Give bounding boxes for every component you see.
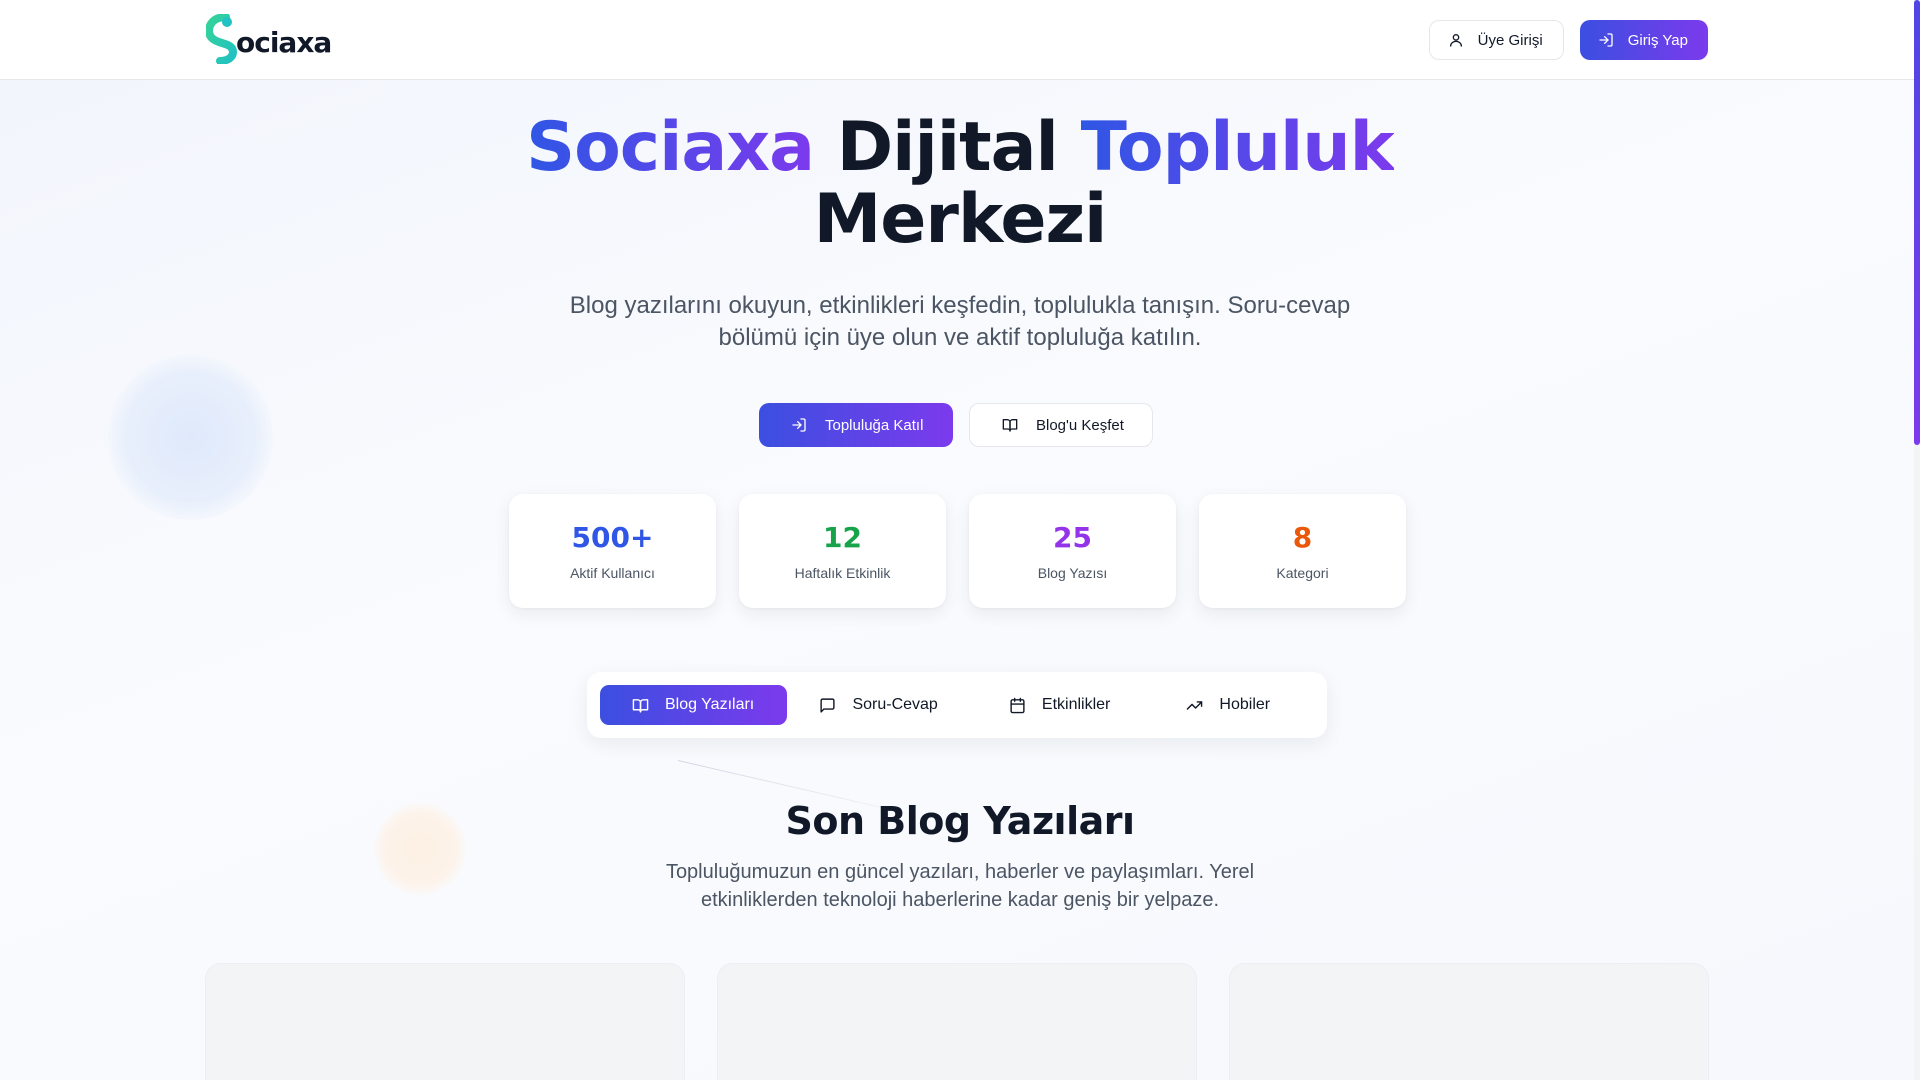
- stat-value: 500+: [571, 521, 654, 554]
- tab-label: Etkinlikler: [1041, 696, 1111, 713]
- trending-up-icon: [1187, 700, 1203, 710]
- hero-title-word: Dijital: [836, 108, 1059, 187]
- member-login-button[interactable]: Üye Girişi: [1428, 20, 1564, 60]
- login-button[interactable]: Giriş Yap: [1579, 20, 1708, 60]
- page-scrollbar[interactable]: [1914, 0, 1920, 1080]
- stats-row: 500+ Aktif Kullanıcı 12 Haftalık Etkinli…: [509, 494, 1406, 608]
- stat-card: 25 Blog Yazısı: [969, 494, 1176, 608]
- explore-blog-button[interactable]: Blog'u Keşfet: [969, 403, 1153, 447]
- blog-card-placeholder[interactable]: [205, 963, 685, 1080]
- log-in-icon: [792, 418, 806, 432]
- hero-title-brand: Sociaxa: [526, 108, 815, 187]
- stat-card: 500+ Aktif Kullanıcı: [509, 494, 716, 608]
- logo[interactable]: ociaxa: [204, 13, 332, 65]
- calendar-icon: [1010, 697, 1025, 713]
- explore-blog-label: Blog'u Keşfet: [1036, 416, 1124, 434]
- section-title: Son Blog Yazıları: [785, 799, 1135, 843]
- message-square-icon: [820, 697, 836, 713]
- scrollbar-thumb[interactable]: [1914, 0, 1920, 445]
- tab-label: Hobiler: [1219, 696, 1271, 713]
- section-subtitle: Topluluğumuzun en güncel yazıları, haber…: [665, 861, 1255, 911]
- hero-title-word-2: Merkezi: [813, 180, 1108, 259]
- hero-subtitle: Blog yazılarını okuyun, etkinlikleri keş…: [569, 292, 1351, 351]
- book-open-icon: [1002, 419, 1018, 432]
- decorative-blob-orange: [374, 803, 466, 895]
- stat-value: 8: [1292, 521, 1313, 554]
- join-community-label: Topluluğa Katıl: [825, 416, 924, 434]
- member-login-label: Üye Girişi: [1477, 31, 1543, 49]
- stat-label: Kategori: [1276, 565, 1329, 581]
- blog-cards: [205, 963, 1709, 1080]
- stat-label: Aktif Kullanıcı: [570, 565, 655, 581]
- stat-value: 12: [823, 521, 862, 554]
- tab-label: Soru-Cevap: [852, 696, 938, 713]
- stat-label: Blog Yazısı: [1037, 565, 1108, 581]
- header-actions: Üye Girişi Giriş Yap: [1428, 20, 1708, 60]
- logo-text: ociaxa: [236, 25, 332, 59]
- stat-label: Haftalık Etkinlik: [794, 565, 891, 581]
- hero-title-highlight: Topluluk: [1080, 108, 1395, 187]
- stat-value: 25: [1053, 521, 1092, 554]
- join-community-button[interactable]: Topluluğa Katıl: [759, 403, 953, 447]
- tab-blog-posts[interactable]: Blog Yazıları: [600, 685, 788, 725]
- book-open-icon: [632, 698, 649, 713]
- hero-title: Sociaxa Dijital Topluluk Merkezi: [460, 112, 1460, 256]
- stat-card: 8 Kategori: [1199, 494, 1406, 608]
- hero-actions: Topluluğa Katıl Blog'u Keşfet: [0, 403, 1914, 447]
- blog-card-placeholder[interactable]: [717, 963, 1197, 1080]
- user-icon: [1449, 34, 1462, 47]
- tab-hobbies[interactable]: Hobiler: [1154, 685, 1314, 725]
- login-label: Giriş Yap: [1627, 31, 1688, 49]
- tab-qa[interactable]: Soru-Cevap: [787, 685, 976, 725]
- blog-card-placeholder[interactable]: [1229, 963, 1709, 1080]
- log-in-icon: [1599, 33, 1613, 47]
- tab-events[interactable]: Etkinlikler: [977, 685, 1155, 725]
- logo-mark-icon: [204, 13, 242, 65]
- tab-label: Blog Yazıları: [665, 696, 755, 713]
- top-header: ociaxa Üye Girişi Giriş Yap: [0, 0, 1914, 80]
- page: ociaxa Üye Girişi Giriş Yap Sociaxa Diji…: [0, 0, 1920, 1080]
- content-tabs: Blog Yazıları Soru-Cevap Etkinlikler Hob…: [587, 672, 1327, 738]
- stat-card: 12 Haftalık Etkinlik: [739, 494, 946, 608]
